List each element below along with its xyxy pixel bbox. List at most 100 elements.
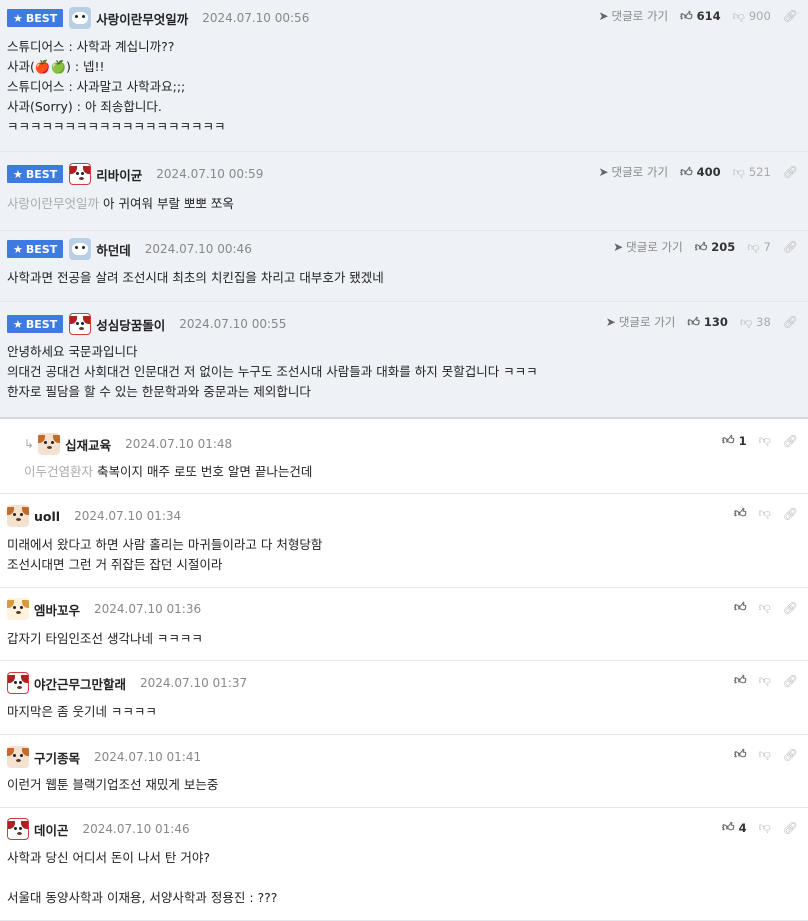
thumb-up-icon: 👍︎ [694,239,708,254]
send-icon: ➤ [613,240,624,254]
thumb-down-icon: 👎︎ [732,8,745,23]
comment-line: ㅋㅋㅋㅋㅋㅋㅋㅋㅋㅋㅋㅋㅋㅋㅋㅋㅋㅋㅋ [7,119,226,134]
nickname[interactable]: uoll [34,509,60,524]
comment-actions: 👍︎ 1 👎︎ 🔗︎ [722,433,798,448]
thumb-down-icon: 👎︎ [732,164,745,179]
avatar[interactable] [7,746,29,768]
avatar[interactable] [7,598,29,620]
like-button[interactable]: 👍︎ [734,506,747,521]
comment-actions: 👍︎ 👎︎ 🔗︎ [734,506,798,521]
avatar[interactable] [7,672,29,694]
comment-actions: 👍︎ 👎︎ 🔗︎ [734,747,798,762]
comment-line: 의대건 공대건 사회대건 인문대건 저 없이는 누구도 조선시대 사람들과 대화… [7,364,538,379]
avatar[interactable] [7,818,29,840]
link-icon[interactable]: 🔗︎ [783,434,798,448]
avatar[interactable] [69,238,92,260]
thumb-up-icon: 👍︎ [722,433,735,447]
thumb-down-icon: 👎︎ [758,820,771,834]
link-icon[interactable]: 🔗︎ [783,165,798,179]
thumb-up-icon: 👍︎ [680,164,693,179]
comment-actions: 👍︎ 4 👎︎ 🔗︎ [722,820,798,835]
comment-actions: ➤ 댓글로 가기 👍︎ 614 👎︎ 900 🔗︎ [598,8,798,24]
reply-arrow-icon: ↳ [24,437,35,451]
like-button[interactable]: 👍︎ 400 [680,165,721,180]
link-icon[interactable]: 🔗︎ [783,601,798,615]
star-icon: ★ [13,242,23,256]
comment-actions: ➤ 댓글로 가기 👍︎ 400 👎︎ 521 🔗︎ [598,164,798,180]
star-icon: ★ [13,167,23,181]
goto-comment-link[interactable]: ➤ 댓글로 가기 [606,314,676,330]
like-button[interactable]: 👍︎ [734,673,747,688]
like-button[interactable]: 👍︎ 4 [722,820,747,835]
like-button[interactable]: 👍︎ 130 [687,315,728,330]
timestamp: 2024.07.10 01:34 [74,509,182,523]
dislike-button[interactable]: 👎︎ [759,433,771,448]
reply-target[interactable]: 사랑이란무엇일까 [7,196,99,211]
avatar[interactable] [38,433,61,455]
dislike-button[interactable]: 👎︎ [759,673,771,688]
comment-line: 갑자기 타임인조선 생각나네 ㅋㅋㅋㅋ [7,631,203,646]
comment-line: 조선시대면 그런 거 쥐잡든 잡던 시절이라 [7,557,223,572]
dislike-button[interactable]: 👎︎ [759,600,771,615]
reply-target[interactable]: 이두건염환자 [24,464,93,479]
comment-actions: ➤ 댓글로 가기 👍︎ 205 👎︎ 7 🔗︎ [613,239,798,255]
dislike-button[interactable]: 👎︎ [759,747,771,762]
nickname[interactable]: 야간근무그만할래 [34,674,126,693]
comment-line: 축복이지 매주 로또 번호 알면 끝나는건데 [97,464,313,479]
best-badge: ★ BEST [7,9,64,27]
goto-comment-link[interactable]: ➤ 댓글로 가기 [598,164,668,180]
comment-line: 미래에서 왔다고 하면 사람 홀리는 마귀들이라고 다 처형당함 [7,537,323,552]
like-button[interactable]: 👍︎ 205 [695,240,736,255]
dislike-button[interactable]: 👎︎ 521 [733,165,771,180]
comment-line: 한자로 필담을 할 수 있는 한문학과와 중문과는 제외합니다 [7,384,311,399]
dislike-button[interactable]: 👎︎ 900 [733,9,771,24]
thumb-up-icon: 👍︎ [734,506,747,520]
link-icon[interactable]: 🔗︎ [783,821,798,835]
timestamp: 2024.07.10 01:48 [125,437,233,451]
goto-comment-link[interactable]: ➤ 댓글로 가기 [613,239,683,255]
thumb-down-icon: 👎︎ [747,239,760,254]
nickname[interactable]: 성심당꿈돌이 [96,315,165,334]
best-badge: ★ BEST [7,165,64,183]
like-button[interactable]: 👍︎ 614 [680,9,721,24]
like-button[interactable]: 👍︎ 1 [722,433,747,448]
timestamp: 2024.07.10 00:59 [156,167,264,181]
comment-line: 사과(🍎🍏) : 넵!! [7,59,105,74]
like-button[interactable]: 👍︎ [734,747,747,762]
thumb-up-icon: 👍︎ [680,8,693,23]
send-icon: ➤ [598,9,609,23]
nickname[interactable]: 구기종목 [34,748,80,767]
thumb-down-icon: 👎︎ [758,673,771,687]
nickname[interactable]: 리바이균 [96,165,142,184]
link-icon[interactable]: 🔗︎ [783,9,798,23]
send-icon: ➤ [598,165,609,179]
goto-comment-link[interactable]: ➤ 댓글로 가기 [598,8,668,24]
nickname[interactable]: 데이곤 [34,820,69,839]
nickname[interactable]: 십재교육 [65,435,111,454]
link-icon[interactable]: 🔗︎ [783,748,798,762]
link-icon[interactable]: 🔗︎ [783,315,798,329]
nickname[interactable]: 사랑이란무엇일까 [96,9,188,28]
link-icon[interactable]: 🔗︎ [783,240,798,254]
avatar[interactable] [69,7,92,29]
avatar[interactable] [7,505,29,527]
comment-line: 안녕하세요 국문과입니다 [7,344,138,359]
avatar[interactable] [69,163,92,185]
thumb-down-icon: 👎︎ [758,600,771,614]
comment: 야간근무그만할래 2024.07.10 01:37 👍︎ 👎︎ 🔗︎ 마지막은 … [0,661,808,735]
dislike-button[interactable]: 👎︎ [759,506,771,521]
comment: ★ BEST 리바이균 2024.07.10 00:59 ➤ 댓글로 가기 👍︎ 40… [0,152,808,231]
link-icon[interactable]: 🔗︎ [783,507,798,521]
nickname[interactable]: 엠바꼬우 [34,600,80,619]
dislike-button[interactable]: 👎︎ 7 [747,240,771,255]
avatar[interactable] [69,313,92,335]
dislike-button[interactable]: 👎︎ [759,820,771,835]
link-icon[interactable]: 🔗︎ [783,674,798,688]
thumb-up-icon: 👍︎ [734,600,747,614]
dislike-button[interactable]: 👎︎ 38 [740,315,771,330]
thumb-down-icon: 👎︎ [758,506,771,520]
like-button[interactable]: 👍︎ [734,600,747,615]
timestamp: 2024.07.10 01:36 [94,602,202,616]
nickname[interactable]: 하던데 [96,240,131,259]
comment-line: 아 귀여워 부랄 뽀뽀 쪼옥 [103,196,234,211]
